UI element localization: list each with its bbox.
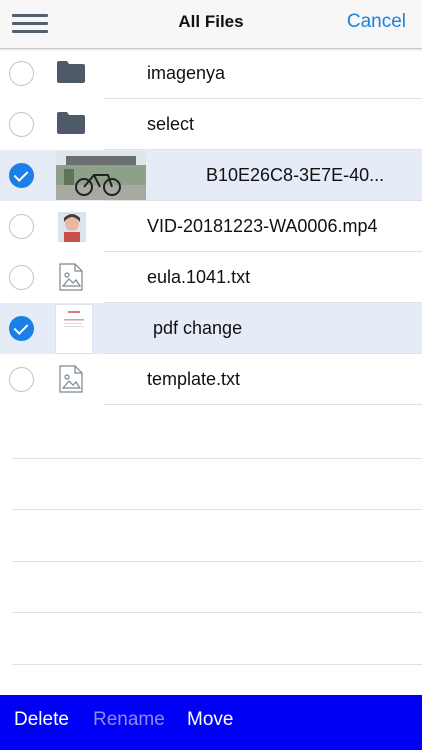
file-list: imagenya select B10E26C8-3E7E-40... VID-… xyxy=(0,48,422,405)
select-checkbox[interactable] xyxy=(9,163,34,188)
select-checkbox[interactable] xyxy=(9,265,34,290)
file-row[interactable]: eula.1041.txt xyxy=(0,252,422,303)
empty-row-divider xyxy=(12,458,422,459)
empty-row-divider xyxy=(12,509,422,510)
file-name: pdf change xyxy=(153,318,243,338)
empty-row-divider xyxy=(12,612,422,613)
file-row[interactable]: select xyxy=(0,99,422,150)
pdf-thumbnail-icon xyxy=(56,305,92,353)
navigation-bar: All Files Cancel xyxy=(0,0,422,49)
folder-icon xyxy=(57,61,85,83)
move-button[interactable]: Move xyxy=(187,709,233,731)
file-name: eula.1041.txt xyxy=(147,267,251,287)
folder-icon xyxy=(57,112,85,134)
image-file-icon xyxy=(59,365,83,393)
cancel-button[interactable]: Cancel xyxy=(347,11,406,33)
image-file-icon xyxy=(59,263,83,291)
select-checkbox[interactable] xyxy=(9,112,34,137)
file-name: B10E26C8-3E7E-40... xyxy=(206,165,385,185)
select-checkbox[interactable] xyxy=(9,214,34,239)
empty-row-divider xyxy=(12,561,422,562)
bottom-toolbar: Delete Rename Move xyxy=(0,695,422,750)
video-thumbnail-icon xyxy=(58,212,86,242)
file-row[interactable]: template.txt xyxy=(0,354,422,405)
photo-thumbnail-icon xyxy=(56,151,146,200)
file-name: template.txt xyxy=(147,369,241,389)
file-name: imagenya xyxy=(147,63,226,83)
select-checkbox[interactable] xyxy=(9,61,34,86)
file-name: VID-20181223-WA0006.mp4 xyxy=(147,216,378,236)
select-checkbox[interactable] xyxy=(9,367,34,392)
file-row[interactable]: imagenya xyxy=(0,48,422,99)
select-checkbox[interactable] xyxy=(9,316,34,341)
file-row[interactable]: B10E26C8-3E7E-40... xyxy=(0,150,422,201)
file-row[interactable]: VID-20181223-WA0006.mp4 xyxy=(0,201,422,252)
file-name: select xyxy=(147,114,195,134)
file-row[interactable]: pdf change xyxy=(0,303,422,354)
empty-row-divider xyxy=(12,664,422,665)
delete-button[interactable]: Delete xyxy=(14,709,69,731)
rename-button[interactable]: Rename xyxy=(93,709,165,731)
